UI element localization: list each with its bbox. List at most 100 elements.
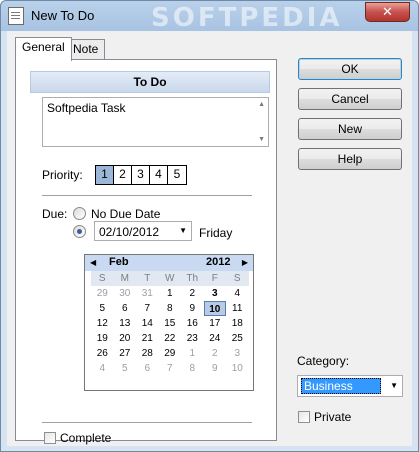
radio-selected-dot [77, 229, 82, 234]
calendar-month[interactable]: Feb [109, 256, 129, 268]
calendar-day[interactable]: 13 [114, 316, 137, 331]
calendar-day[interactable]: 3 [226, 346, 249, 361]
calendar-day[interactable]: 30 [114, 286, 137, 301]
tab-general-label: General [22, 40, 65, 54]
due-label: Due: [42, 207, 68, 221]
calendar-day[interactable]: 2 [204, 346, 227, 361]
priority-option-1[interactable]: 1 [96, 166, 114, 184]
chevron-down-icon[interactable]: ▼ [179, 226, 187, 235]
calendar-day[interactable]: 18 [226, 316, 249, 331]
general-panel: To Do Softpedia Task ▲ ▼ Priority: 1 2 3… [15, 59, 277, 445]
calendar-day[interactable]: 24 [204, 331, 227, 346]
category-select[interactable]: Business ▼ [297, 375, 403, 397]
category-value: Business [301, 378, 381, 394]
calendar-day[interactable]: 16 [181, 316, 204, 331]
complete-label: Complete [60, 431, 112, 445]
calendar-day[interactable]: 23 [181, 331, 204, 346]
help-button[interactable]: Help [298, 148, 402, 170]
calendar-weekday: W [165, 273, 175, 284]
calendar-day[interactable]: 29 [91, 286, 114, 301]
window-title: New To Do [31, 8, 95, 23]
due-date-picker[interactable]: 02/10/2012 ▼ [94, 221, 192, 241]
next-month-icon[interactable]: ▶ [242, 258, 248, 267]
calendar-day[interactable]: 31 [136, 286, 159, 301]
calendar-day[interactable]: 1 [159, 286, 182, 301]
calendar-day[interactable]: 11 [226, 301, 249, 316]
calendar-weekday: F [211, 273, 218, 284]
new-todo-window: New To Do SOFTPEDIA ✕ General Note To Do… [0, 0, 419, 452]
no-due-date-label: No Due Date [91, 207, 161, 221]
calendar-year[interactable]: 2012 [206, 256, 230, 268]
dialog-client: General Note To Do Softpedia Task ▲ ▼ Pr… [7, 31, 412, 446]
calendar-day[interactable]: 7 [136, 301, 159, 316]
calendar-grid: S M T W Th F S 29 30 31 1 2 3 4 5 6 7 8 9 10 11 12 13 14 15 16 17 1… [91, 271, 249, 376]
due-date-radio[interactable] [73, 225, 86, 238]
separator [42, 422, 252, 424]
calendar-weekday-row: S M T W Th F S [91, 271, 249, 286]
chevron-down-icon[interactable]: ▼ [390, 381, 398, 390]
private-checkbox[interactable] [298, 411, 310, 423]
scroll-down-icon[interactable]: ▼ [258, 136, 265, 143]
calendar-day[interactable]: 5 [91, 301, 114, 316]
calendar-day[interactable]: 28 [136, 346, 159, 361]
calendar-day[interactable]: 10 [226, 361, 249, 376]
calendar-day[interactable]: 8 [159, 301, 182, 316]
calendar-week-row: 26 27 28 29 1 2 3 [91, 346, 249, 361]
previous-month-icon[interactable]: ◀ [90, 258, 96, 267]
calendar-day[interactable]: 3 [204, 286, 227, 301]
calendar-week-row: 5 6 7 8 9 10 11 [91, 301, 249, 316]
calendar-day[interactable]: 2 [181, 286, 204, 301]
no-due-date-radio[interactable] [73, 207, 86, 220]
calendar-day[interactable]: 17 [204, 316, 227, 331]
private-label: Private [314, 410, 352, 424]
complete-checkbox[interactable] [44, 432, 56, 444]
notepad-icon [8, 7, 24, 25]
calendar-day[interactable]: 25 [226, 331, 249, 346]
cancel-button[interactable]: Cancel [298, 88, 402, 110]
calendar-weekday: Th [186, 273, 199, 284]
calendar-day[interactable]: 4 [91, 361, 114, 376]
calendar-week-row: 12 13 14 15 16 17 18 [91, 316, 249, 331]
calendar-day[interactable]: 22 [159, 331, 182, 346]
category-label: Category: [297, 354, 350, 368]
calendar-day[interactable]: 12 [91, 316, 114, 331]
calendar-day[interactable]: 6 [136, 361, 159, 376]
title-bar[interactable]: New To Do SOFTPEDIA ✕ [1, 1, 418, 33]
calendar-day[interactable]: 7 [159, 361, 182, 376]
task-textarea[interactable]: Softpedia Task ▲ ▼ [42, 97, 269, 147]
calendar-day[interactable]: 27 [114, 346, 137, 361]
new-button[interactable]: New [298, 118, 402, 140]
calendar-day[interactable]: 4 [226, 286, 249, 301]
tab-general[interactable]: General [15, 37, 72, 61]
todo-header: To Do [30, 71, 270, 93]
calendar-day[interactable]: 21 [136, 331, 159, 346]
ok-button[interactable]: OK [298, 58, 402, 80]
watermark: SOFTPEDIA [151, 3, 343, 33]
calendar-week-row: 29 30 31 1 2 3 4 [91, 286, 249, 301]
calendar-day[interactable]: 14 [136, 316, 159, 331]
calendar-day[interactable]: 9 [204, 361, 227, 376]
tab-note-label: Note [73, 42, 99, 56]
calendar-day[interactable]: 6 [114, 301, 137, 316]
tab-note[interactable]: Note [66, 39, 106, 59]
close-button[interactable]: ✕ [365, 2, 410, 22]
calendar-day[interactable]: 1 [181, 346, 204, 361]
calendar-day[interactable]: 5 [114, 361, 137, 376]
priority-selector: 1 2 3 4 5 [95, 165, 187, 185]
calendar-day[interactable]: 20 [114, 331, 137, 346]
calendar-day[interactable]: 29 [159, 346, 182, 361]
priority-option-2[interactable]: 2 [114, 166, 132, 184]
calendar-weekday: S [233, 273, 241, 284]
calendar-day[interactable]: 10 [203, 301, 226, 316]
priority-option-5[interactable]: 5 [168, 166, 186, 184]
priority-option-3[interactable]: 3 [132, 166, 150, 184]
calendar-day[interactable]: 15 [159, 316, 182, 331]
calendar-day[interactable]: 9 [181, 301, 204, 316]
calendar-day[interactable]: 26 [91, 346, 114, 361]
scroll-up-icon[interactable]: ▲ [258, 101, 265, 108]
task-text: Softpedia Task [47, 101, 126, 115]
priority-option-4[interactable]: 4 [150, 166, 168, 184]
due-weekday: Friday [199, 226, 233, 240]
calendar-day[interactable]: 8 [181, 361, 204, 376]
calendar-day[interactable]: 19 [91, 331, 114, 346]
